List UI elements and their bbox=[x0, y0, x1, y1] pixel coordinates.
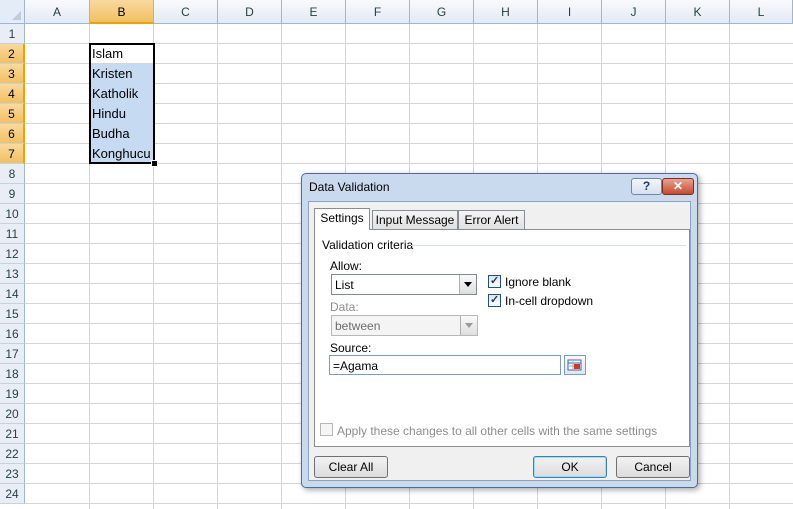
row-header-16[interactable]: 16 bbox=[0, 324, 25, 344]
column-header-f[interactable]: F bbox=[346, 0, 410, 24]
tab-settings[interactable]: Settings bbox=[314, 208, 370, 230]
column-header-e[interactable]: E bbox=[282, 0, 346, 24]
row-header-8[interactable]: 8 bbox=[0, 164, 25, 184]
row-header-1[interactable]: 1 bbox=[0, 24, 25, 44]
row-header-10[interactable]: 10 bbox=[0, 204, 25, 224]
column-header-g[interactable]: G bbox=[410, 0, 474, 24]
column-header-k[interactable]: K bbox=[666, 0, 730, 24]
in-cell-dropdown-label[interactable]: In-cell dropdown bbox=[505, 294, 593, 308]
collapse-dialog-button[interactable] bbox=[564, 355, 586, 375]
allow-value: List bbox=[335, 278, 354, 292]
apply-all-label: Apply these changes to all other cells w… bbox=[337, 424, 658, 438]
row-header-9[interactable]: 9 bbox=[0, 184, 25, 204]
allow-dropdown[interactable]: List bbox=[331, 274, 477, 295]
tab-input-message[interactable]: Input Message bbox=[372, 210, 458, 229]
row-header-17[interactable]: 17 bbox=[0, 344, 25, 364]
row-header-12[interactable]: 12 bbox=[0, 244, 25, 264]
column-header-b[interactable]: B bbox=[90, 0, 154, 24]
in-cell-dropdown-checkbox[interactable] bbox=[488, 293, 501, 307]
row-header-24[interactable]: 24 bbox=[0, 484, 25, 504]
ok-button[interactable]: OK bbox=[533, 456, 607, 478]
clear-all-button[interactable]: Clear All bbox=[314, 456, 388, 478]
fill-handle[interactable] bbox=[151, 160, 158, 167]
gridline bbox=[25, 503, 793, 504]
column-header-j[interactable]: J bbox=[602, 0, 666, 24]
allow-label: Allow: bbox=[330, 259, 363, 273]
group-divider bbox=[411, 245, 686, 246]
row-header-19[interactable]: 19 bbox=[0, 384, 25, 404]
dialog-title: Data Validation bbox=[309, 180, 390, 194]
selection-border bbox=[89, 43, 155, 164]
row-header-18[interactable]: 18 bbox=[0, 364, 25, 384]
help-button[interactable]: ? bbox=[631, 178, 662, 195]
row-header-7[interactable]: 7 bbox=[0, 144, 25, 164]
row-header-6[interactable]: 6 bbox=[0, 124, 25, 144]
column-header-i[interactable]: I bbox=[538, 0, 602, 24]
tab-error-alert[interactable]: Error Alert bbox=[458, 210, 525, 229]
source-value: =Agama bbox=[333, 359, 379, 373]
row-header-13[interactable]: 13 bbox=[0, 264, 25, 284]
select-all-corner[interactable] bbox=[0, 0, 25, 24]
range-select-icon bbox=[567, 359, 582, 371]
dialog-body: Settings Input Message Error Alert Valid… bbox=[308, 201, 691, 481]
row-header-3[interactable]: 3 bbox=[0, 64, 25, 84]
select-all-triangle bbox=[12, 11, 21, 20]
cancel-button[interactable]: Cancel bbox=[616, 456, 690, 478]
row-header-5[interactable]: 5 bbox=[0, 104, 25, 124]
data-label: Data: bbox=[330, 300, 359, 314]
settings-panel: Validation criteria Allow: List Ignore b… bbox=[314, 229, 690, 447]
row-header-14[interactable]: 14 bbox=[0, 284, 25, 304]
gridline bbox=[281, 24, 282, 509]
chevron-down-icon bbox=[460, 316, 477, 335]
ignore-blank-label[interactable]: Ignore blank bbox=[505, 275, 571, 289]
data-dropdown: between bbox=[331, 315, 478, 336]
row-header-4[interactable]: 4 bbox=[0, 84, 25, 104]
apply-all-checkbox bbox=[320, 423, 333, 436]
gridline bbox=[217, 24, 218, 509]
column-header-d[interactable]: D bbox=[218, 0, 282, 24]
row-header-22[interactable]: 22 bbox=[0, 444, 25, 464]
row-header-15[interactable]: 15 bbox=[0, 304, 25, 324]
column-header-h[interactable]: H bbox=[474, 0, 538, 24]
column-header-l[interactable]: L bbox=[730, 0, 793, 24]
row-header-23[interactable]: 23 bbox=[0, 464, 25, 484]
row-header-20[interactable]: 20 bbox=[0, 404, 25, 424]
close-button[interactable]: ✕ bbox=[662, 178, 694, 195]
dialog-titlebar[interactable]: Data Validation ? ✕ bbox=[302, 174, 697, 200]
column-header-c[interactable]: C bbox=[154, 0, 218, 24]
row-header-21[interactable]: 21 bbox=[0, 424, 25, 444]
validation-criteria-label: Validation criteria bbox=[322, 238, 414, 252]
chevron-down-icon[interactable] bbox=[459, 275, 476, 294]
column-header-a[interactable]: A bbox=[25, 0, 90, 24]
ignore-blank-checkbox[interactable] bbox=[488, 274, 501, 288]
row-header-2[interactable]: 2 bbox=[0, 44, 25, 64]
source-label: Source: bbox=[330, 341, 372, 355]
row-header-11[interactable]: 11 bbox=[0, 224, 25, 244]
data-value: between bbox=[335, 319, 381, 333]
gridline bbox=[729, 24, 730, 509]
source-input[interactable]: =Agama bbox=[329, 355, 561, 375]
data-validation-dialog: Data Validation ? ✕ Settings Input Messa… bbox=[301, 173, 698, 488]
